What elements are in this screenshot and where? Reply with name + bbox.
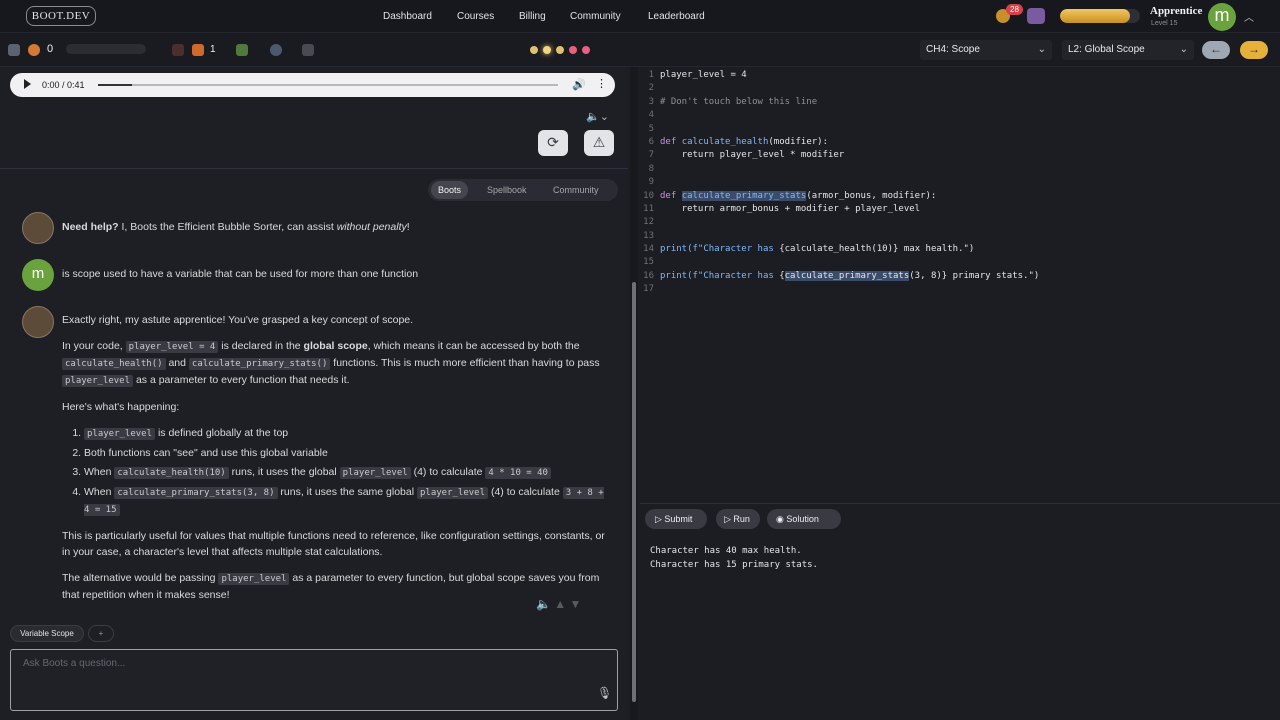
tab-community[interactable]: Community xyxy=(553,185,599,195)
next-lesson-button[interactable]: → xyxy=(1240,41,1268,59)
eye-icon: ◉ xyxy=(776,514,787,524)
top-navbar: BOOT.DEV Dashboard Courses Billing Commu… xyxy=(0,0,1280,33)
heart-icon[interactable] xyxy=(28,44,40,56)
tab-spellbook[interactable]: Spellbook xyxy=(487,185,527,195)
progress-dot[interactable] xyxy=(543,46,551,54)
volume-icon[interactable]: 🔊 xyxy=(572,78,586,91)
boots-intro-message: Need help? I, Boots the Efficient Bubble… xyxy=(62,221,410,233)
rank-title: Apprentice xyxy=(1150,5,1203,17)
play-icon: ▷ xyxy=(724,514,734,524)
progress-dot[interactable] xyxy=(530,46,538,54)
notification-badge: 28 xyxy=(1006,4,1023,15)
microphone-icon[interactable]: 🎙 xyxy=(597,686,612,700)
audio-seek-bar[interactable] xyxy=(98,84,558,86)
chat-tabs: Boots Spellbook Community xyxy=(428,179,618,201)
progress-dot[interactable] xyxy=(556,46,564,54)
xp-progress-bar xyxy=(1060,9,1140,23)
submit-button[interactable]: ▷ Submit xyxy=(645,509,707,529)
output-line: Character has 15 primary stats. xyxy=(650,560,818,570)
flame-icon[interactable] xyxy=(192,44,204,56)
speaker-icon[interactable]: 🔈 xyxy=(536,597,551,611)
play-icon[interactable] xyxy=(24,79,31,89)
chat-input[interactable]: Ask Boots a question... 🎙 xyxy=(10,649,618,711)
sword-icon[interactable] xyxy=(236,44,248,56)
code-editor[interactable]: 1 player_level = 4 2 3 # Don't touch below… xyxy=(640,69,1280,297)
tab-boots[interactable]: Boots xyxy=(431,181,469,199)
user-avatar: m xyxy=(22,259,54,291)
chest-icon[interactable] xyxy=(302,44,314,56)
divider xyxy=(0,168,628,169)
chevron-down-icon: ⌄ xyxy=(1179,44,1188,55)
thumbs-up-icon[interactable]: ▲ xyxy=(554,597,566,611)
lesson-progress-dots xyxy=(530,45,595,57)
shield-icon[interactable] xyxy=(8,44,20,56)
audio-time: 0:00 / 0:41 xyxy=(42,80,85,90)
bomb-icon[interactable] xyxy=(270,44,282,56)
topic-chip[interactable]: Variable Scope xyxy=(10,625,84,642)
output-line: Character has 40 max health. xyxy=(650,546,802,556)
chevron-down-icon: ⌄ xyxy=(1037,44,1046,55)
boots-avatar xyxy=(22,306,54,338)
nav-dashboard[interactable]: Dashboard xyxy=(383,11,432,22)
streak-bar xyxy=(66,44,146,54)
potion-icon[interactable] xyxy=(172,44,184,56)
more-options-icon[interactable]: ⋮ xyxy=(596,77,607,90)
lesson-select[interactable]: L2: Global Scope ⌄ xyxy=(1062,40,1194,60)
run-button[interactable]: ▷ Run xyxy=(716,509,760,529)
boots-reply: Exactly right, my astute apprentice! You… xyxy=(62,312,612,603)
report-issue-button[interactable]: ⚠ xyxy=(584,130,614,156)
chapter-select[interactable]: CH4: Scope ⌄ xyxy=(920,40,1052,60)
chat-scrollbar[interactable] xyxy=(630,67,638,720)
progress-dot[interactable] xyxy=(582,46,590,54)
add-topic-button[interactable]: + xyxy=(88,625,114,642)
boot-dev-logo[interactable]: BOOT.DEV xyxy=(26,6,96,26)
nav-billing[interactable]: Billing xyxy=(519,11,546,22)
nav-leaderboard[interactable]: Leaderboard xyxy=(648,11,705,22)
nav-courses[interactable]: Courses xyxy=(457,11,494,22)
audio-player[interactable]: 0:00 / 0:41 🔊 ⋮ xyxy=(10,73,615,97)
thumbs-down-icon[interactable]: ▼ xyxy=(570,597,582,611)
speaker-select-icon[interactable]: 🔈⌄ xyxy=(586,110,609,123)
chat-input-placeholder: Ask Boots a question... xyxy=(23,658,126,669)
nav-community[interactable]: Community xyxy=(570,11,621,22)
message-feedback: 🔈 ▲ ▼ xyxy=(536,597,581,611)
refresh-button[interactable]: ⟳ xyxy=(538,130,568,156)
lesson-select-value: L2: Global Scope xyxy=(1068,44,1145,55)
editor-divider[interactable] xyxy=(640,503,1280,504)
user-avatar[interactable]: m xyxy=(1208,3,1236,31)
armor-icon[interactable] xyxy=(1027,8,1045,24)
user-message: is scope used to have a variable that ca… xyxy=(62,268,419,280)
prev-lesson-button[interactable]: ← xyxy=(1202,41,1230,59)
boots-avatar xyxy=(22,212,54,244)
chapter-select-value: CH4: Scope xyxy=(926,44,980,55)
solution-button[interactable]: ◉ Solution xyxy=(767,509,841,529)
chevron-up-icon[interactable]: ︿ xyxy=(1244,9,1254,24)
hearts-count: 0 xyxy=(47,43,54,55)
console-output: Character has 40 max health. Character h… xyxy=(650,544,818,572)
play-icon: ▷ xyxy=(655,514,665,524)
level-label: Level 15 xyxy=(1151,20,1178,27)
flame-count: 1 xyxy=(210,44,216,55)
progress-dot[interactable] xyxy=(569,46,577,54)
